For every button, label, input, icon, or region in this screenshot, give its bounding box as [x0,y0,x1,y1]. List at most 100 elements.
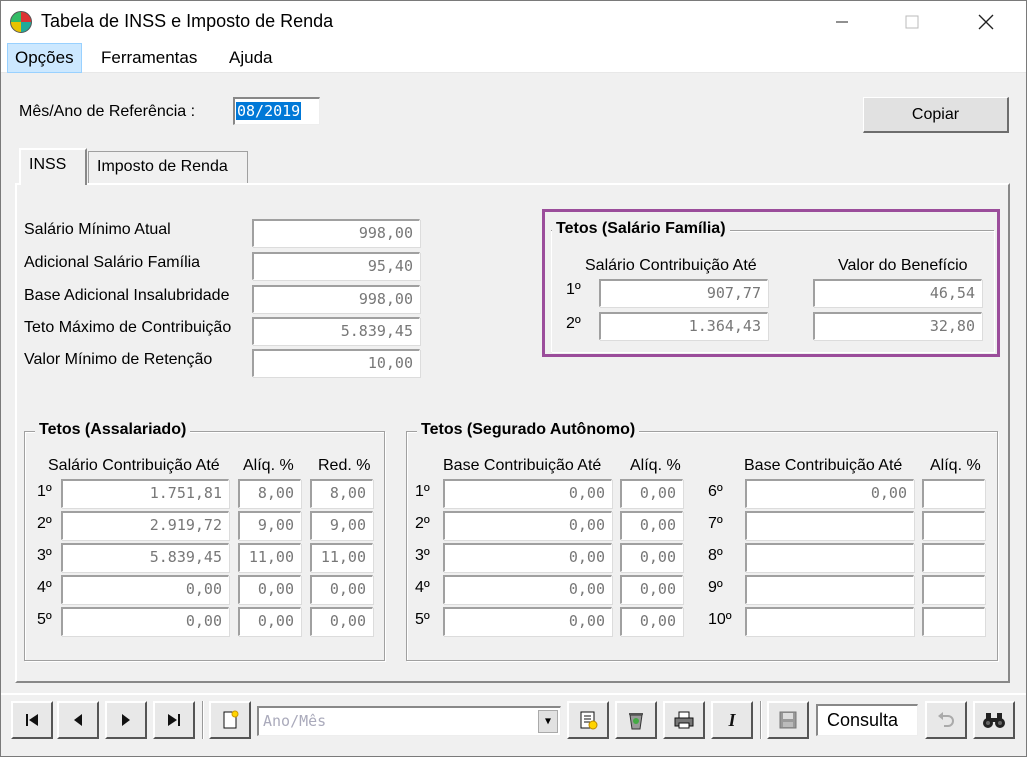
undo-button[interactable] [925,701,967,739]
input-assal-contrib-5[interactable]: 0,00 [61,607,229,636]
reference-input[interactable]: 08/2019 [233,97,320,125]
last-record-button[interactable] [153,701,195,739]
row-index: 1º [37,483,52,500]
delete-icon [629,713,643,730]
input-assal-red-2[interactable]: 9,00 [310,511,373,540]
print-icon [674,711,694,729]
italic-button[interactable]: I [711,701,753,739]
input-assal-contrib-2[interactable]: 2.919,72 [61,511,229,540]
menu-opcoes[interactable]: Opções [7,43,82,73]
toolbar-separator [202,701,204,739]
input-auto-base-6[interactable]: 0,00 [745,479,914,508]
maximize-icon [905,15,919,29]
input-sf-beneficio-1[interactable]: 46,54 [813,279,982,307]
input-auto-aliq-3[interactable]: 0,00 [620,543,683,572]
minimize-button[interactable] [819,1,865,43]
row-index: 2º [415,515,430,532]
row-index: 10º [708,611,732,628]
input-auto-base-3[interactable]: 0,00 [443,543,612,572]
row-index: 8º [708,547,723,564]
tab-imposto-renda[interactable]: Imposto de Renda [88,151,248,183]
new-record-icon [223,710,239,729]
reference-value: 08/2019 [236,102,302,120]
input-auto-aliq-10[interactable] [922,607,985,636]
input-valor-minimo-retencao[interactable]: 10,00 [252,349,420,377]
print-button[interactable] [663,701,705,739]
input-assal-aliq-3[interactable]: 11,00 [238,543,301,572]
search-binoculars-icon [983,713,1005,728]
input-auto-aliq-2[interactable]: 0,00 [620,511,683,540]
input-assal-red-5[interactable]: 0,00 [310,607,373,636]
menu-bar: Opções Ferramentas Ajuda [1,43,1026,73]
input-assal-red-4[interactable]: 0,00 [310,575,373,604]
search-button[interactable] [973,701,1015,739]
input-auto-base-5[interactable]: 0,00 [443,607,612,636]
input-adicional-salario-familia[interactable]: 95,40 [252,252,420,280]
undo-icon [938,712,954,727]
row-index: 2º [37,515,52,532]
delete-button[interactable] [615,701,657,739]
first-record-button[interactable] [11,701,53,739]
input-assal-aliq-5[interactable]: 0,00 [238,607,301,636]
copy-button-label: Copiar [911,105,960,123]
input-assal-red-3[interactable]: 11,00 [310,543,373,572]
input-auto-base-9[interactable] [745,575,914,604]
input-teto-contribuicao[interactable]: 5.839,45 [252,317,420,345]
next-record-button[interactable] [105,701,147,739]
save-button[interactable] [767,701,809,739]
year-month-placeholder: Ano/Mês [263,712,327,730]
input-auto-aliq-6[interactable] [922,479,985,508]
tab-inss[interactable]: INSS [19,148,87,185]
input-auto-aliq-5[interactable]: 0,00 [620,607,683,636]
input-sf-contrib-1[interactable]: 907,77 [599,279,768,307]
input-assal-aliq-2[interactable]: 9,00 [238,511,301,540]
italic-icon: I [728,709,736,730]
input-assal-contrib-1[interactable]: 1.751,81 [61,479,229,508]
tab-imposto-renda-label: Imposto de Renda [97,158,228,175]
row-index: 4º [37,579,52,596]
next-record-icon [122,714,130,726]
chevron-down-icon[interactable]: ▼ [538,710,558,733]
label-salario-minimo: Salário Mínimo Atual [24,221,171,238]
header-valor-beneficio: Valor do Benefício [838,257,968,274]
input-assal-aliq-1[interactable]: 8,00 [238,479,301,508]
input-base-insalubridade[interactable]: 998,00 [252,285,420,313]
mode-status: Consulta [816,704,918,736]
menu-ferramentas[interactable]: Ferramentas [94,43,204,73]
input-auto-aliq-4[interactable]: 0,00 [620,575,683,604]
maximize-button[interactable] [889,1,935,43]
input-sf-beneficio-2[interactable]: 32,80 [813,312,982,340]
year-month-select[interactable]: Ano/Mês ▼ [257,706,561,736]
input-sf-contrib-2[interactable]: 1.364,43 [599,312,768,340]
input-auto-base-1[interactable]: 0,00 [443,479,612,508]
menu-ajuda[interactable]: Ajuda [222,43,279,73]
input-assal-contrib-3[interactable]: 5.839,45 [61,543,229,572]
close-icon [978,14,994,30]
label-base-insalubridade: Base Adicional Insalubridade [24,287,230,304]
input-auto-base-4[interactable]: 0,00 [443,575,612,604]
save-icon [779,711,797,729]
prev-record-button[interactable] [57,701,99,739]
copy-button[interactable]: Copiar [863,97,1009,133]
input-auto-aliq-1[interactable]: 0,00 [620,479,683,508]
reference-label: Mês/Ano de Referência : [19,103,196,120]
input-auto-aliq-9[interactable] [922,575,985,604]
header-aliquota: Alíq. % [243,457,294,474]
input-auto-base-10[interactable] [745,607,914,636]
input-assal-red-1[interactable]: 8,00 [310,479,373,508]
close-button[interactable] [963,1,1009,43]
label-adicional-salario-familia: Adicional Salário Família [24,254,201,271]
input-assal-contrib-4[interactable]: 0,00 [61,575,229,604]
input-auto-base-8[interactable] [745,543,914,572]
report-button[interactable] [567,701,609,739]
new-record-button[interactable] [209,701,251,739]
window-title: Tabela de INSS e Imposto de Renda [41,11,334,31]
header-aliquota: Alíq. % [630,457,681,474]
input-auto-base-7[interactable] [745,511,914,540]
input-assal-aliq-4[interactable]: 0,00 [238,575,301,604]
input-salario-minimo[interactable]: 998,00 [252,219,420,247]
input-auto-aliq-7[interactable] [922,511,985,540]
input-auto-base-2[interactable]: 0,00 [443,511,612,540]
header-base-contribuicao-2: Base Contribuição Até [744,457,903,474]
input-auto-aliq-8[interactable] [922,543,985,572]
